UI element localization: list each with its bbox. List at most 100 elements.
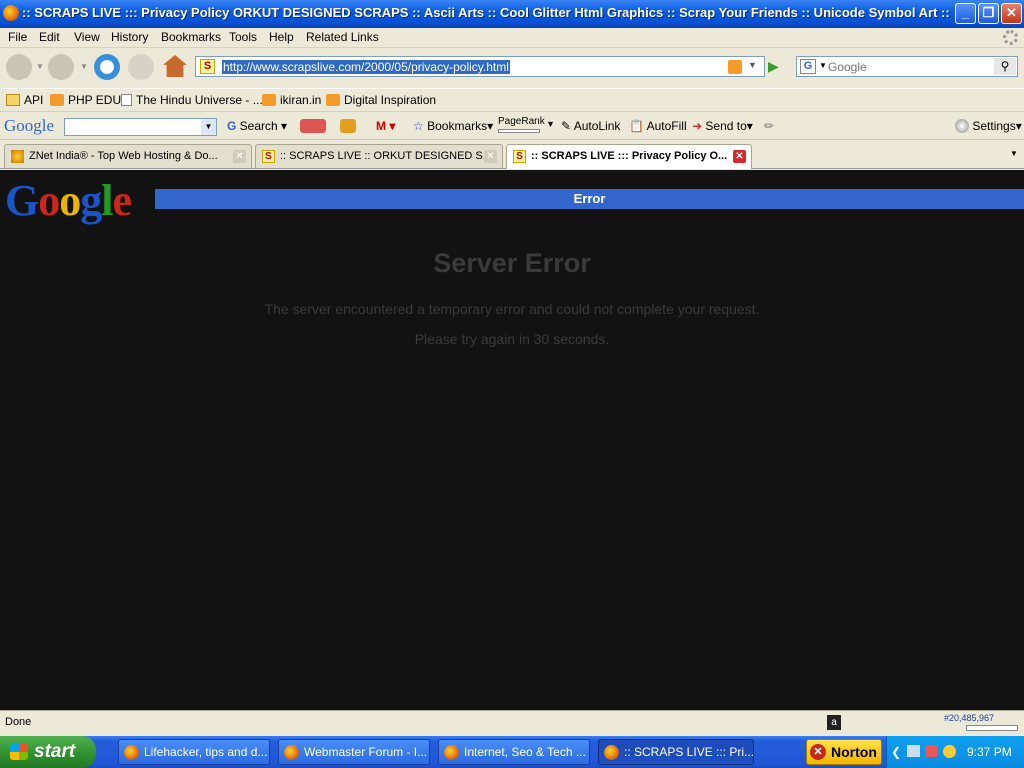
forward-dropdown-icon[interactable]: ▼ — [80, 62, 88, 71]
rss-icon — [262, 94, 276, 106]
search-engine-icon[interactable]: G — [800, 59, 816, 74]
pencil-icon[interactable]: ✏ — [764, 119, 774, 133]
pagerank-indicator[interactable]: PageRank — [498, 116, 545, 133]
retry-message: Please try again in 30 seconds. — [414, 331, 610, 347]
autofill-icon: 📋 — [629, 119, 644, 133]
tab-close-icon[interactable]: ✕ — [484, 150, 497, 163]
rss-icon — [326, 94, 340, 106]
minimize-button[interactable]: _ — [955, 3, 976, 24]
menu-view[interactable]: View — [74, 30, 100, 44]
autolink-button[interactable]: ✎ AutoLink — [561, 119, 620, 133]
norton-button[interactable]: ✕ Norton — [806, 739, 882, 765]
tab-close-icon[interactable]: ✕ — [733, 150, 746, 163]
google-toolbar: Google ▼ G Search ▾ M ▾ ☆ Bookmarks▾ Pag… — [0, 113, 1024, 140]
back-icon[interactable] — [6, 54, 32, 80]
tab-bar: ZNet India® - Top Web Hosting & Do... ✕ … — [0, 141, 1024, 169]
toolbar-tool-icon[interactable] — [300, 119, 326, 133]
clock[interactable]: 9:37 PM — [967, 745, 1012, 759]
page-content: Google Error Server Error The server enc… — [0, 170, 1024, 710]
bookmark-php-edu[interactable]: PHP EDU — [50, 93, 121, 107]
menu-bar: File Edit View History Bookmarks Tools H… — [0, 28, 1024, 48]
toolbar-button-icon[interactable] — [340, 119, 356, 133]
tab-znet[interactable]: ZNet India® - Top Web Hosting & Do... ✕ — [4, 144, 252, 168]
maximize-button[interactable]: ❐ — [978, 3, 999, 24]
taskbar-item-webmaster[interactable]: Webmaster Forum - I... — [278, 739, 430, 765]
bookmarks-toolbar: API PHP EDU The Hindu Universe - ... iki… — [0, 88, 1024, 112]
url-dropdown-icon[interactable]: ▼ — [748, 60, 757, 70]
bookmark-ikiran[interactable]: ikiran.in — [262, 93, 321, 107]
go-icon[interactable]: ▶ — [768, 58, 786, 76]
windows-taskbar: start Lifehacker, tips and d... Webmaste… — [0, 736, 1024, 768]
forward-icon[interactable] — [48, 54, 74, 80]
tab-close-icon[interactable]: ✕ — [233, 150, 246, 163]
search-input[interactable] — [828, 58, 992, 75]
taskbar-item-lifehacker[interactable]: Lifehacker, tips and d... — [118, 739, 270, 765]
tab-list-icon[interactable]: ▼ — [1010, 149, 1018, 158]
url-text[interactable]: http://www.scrapslive.com/2000/05/privac… — [222, 60, 510, 74]
close-button[interactable]: ✕ — [1001, 3, 1022, 24]
menu-help[interactable]: Help — [269, 30, 294, 44]
sendto-icon: ➜ — [692, 119, 706, 133]
search-icon[interactable]: ⚲ — [994, 58, 1016, 75]
settings-button[interactable]: Settings▾ — [955, 119, 1022, 133]
page-heading: Server Error — [433, 248, 591, 278]
norton-alert-icon: ✕ — [810, 744, 826, 760]
pagerank-dropdown-icon[interactable]: ▼ — [546, 119, 555, 129]
star-icon: ☆ — [413, 119, 428, 133]
stop-icon[interactable] — [128, 54, 154, 80]
tray-expand-icon[interactable]: ❮ — [891, 745, 901, 759]
taskbar-item-scraps-live[interactable]: :: SCRAPS LIVE ::: Pri... — [598, 739, 754, 765]
throbber-icon — [1003, 30, 1018, 45]
menu-tools[interactable]: Tools — [229, 30, 257, 44]
menu-bookmarks[interactable]: Bookmarks — [161, 30, 221, 44]
google-logo: Google — [5, 176, 132, 225]
bookmark-api[interactable]: API — [6, 93, 43, 107]
firefox-icon — [284, 745, 299, 760]
firefox-icon — [604, 745, 619, 760]
znet-favicon — [11, 150, 24, 163]
firefox-icon — [3, 5, 19, 21]
google-toolbar-input[interactable]: ▼ — [64, 118, 217, 136]
settings-icon — [955, 119, 969, 133]
url-bar[interactable]: S http://www.scrapslive.com/2000/05/priv… — [195, 56, 765, 77]
status-text: Done — [5, 716, 32, 728]
tab-scraps-privacy[interactable]: S :: SCRAPS LIVE ::: Privacy Policy O...… — [506, 144, 752, 169]
bookmark-hindu-universe[interactable]: The Hindu Universe - ... — [121, 93, 263, 107]
google-g-icon: G — [227, 119, 240, 133]
menu-file[interactable]: File — [8, 30, 27, 44]
home-icon[interactable] — [163, 55, 187, 77]
page-icon — [121, 94, 132, 106]
menu-edit[interactable]: Edit — [39, 30, 60, 44]
system-tray: ❮ 9:37 PM — [886, 736, 1024, 768]
folder-icon — [6, 94, 20, 106]
search-box[interactable]: G ▼ ⚲ — [796, 56, 1018, 77]
taskbar-item-internet-seo[interactable]: Internet, Seo & Tech ... — [438, 739, 590, 765]
navigation-toolbar: ▼ ▼ S http://www.scrapslive.com/2000/05/… — [0, 48, 1024, 86]
tab-scraps-orkut[interactable]: S :: SCRAPS LIVE :: ORKUT DESIGNED S... … — [255, 144, 503, 168]
sendto-button[interactable]: ➜ Send to▾ — [692, 119, 753, 133]
status-bar: Done a #20,485,967 — [0, 710, 1024, 735]
back-dropdown-icon[interactable]: ▼ — [36, 62, 44, 71]
reload-icon[interactable] — [94, 54, 120, 80]
menu-related-links[interactable]: Related Links — [306, 30, 379, 44]
network-icon[interactable] — [907, 745, 920, 757]
menu-history[interactable]: History — [111, 30, 148, 44]
messenger-icon[interactable] — [943, 745, 956, 758]
engine-dropdown-icon[interactable]: ▼ — [819, 61, 827, 70]
rss-feed-icon[interactable] — [728, 60, 742, 74]
start-button[interactable]: start — [0, 736, 96, 768]
autofill-button[interactable]: 📋 AutoFill — [629, 119, 687, 133]
google-toolbar-logo[interactable]: Google — [4, 116, 54, 136]
window-titlebar[interactable]: :: SCRAPS LIVE ::: Privacy Policy ORKUT … — [0, 0, 1024, 28]
gmail-icon[interactable]: M ▾ — [376, 119, 395, 133]
bookmark-digital-inspiration[interactable]: Digital Inspiration — [326, 93, 436, 107]
alexa-icon[interactable]: a — [827, 715, 841, 730]
error-title-bar: Error — [155, 189, 1024, 209]
alexa-rank: #20,485,967 — [944, 713, 995, 723]
dropdown-icon[interactable]: ▼ — [201, 119, 216, 135]
wand-icon: ✎ — [561, 119, 574, 133]
google-search-button[interactable]: G Search ▾ — [227, 119, 287, 133]
mail-icon[interactable] — [925, 745, 938, 757]
google-bookmarks-button[interactable]: ☆ Bookmarks▾ — [413, 119, 493, 133]
site-favicon: S — [200, 59, 215, 74]
